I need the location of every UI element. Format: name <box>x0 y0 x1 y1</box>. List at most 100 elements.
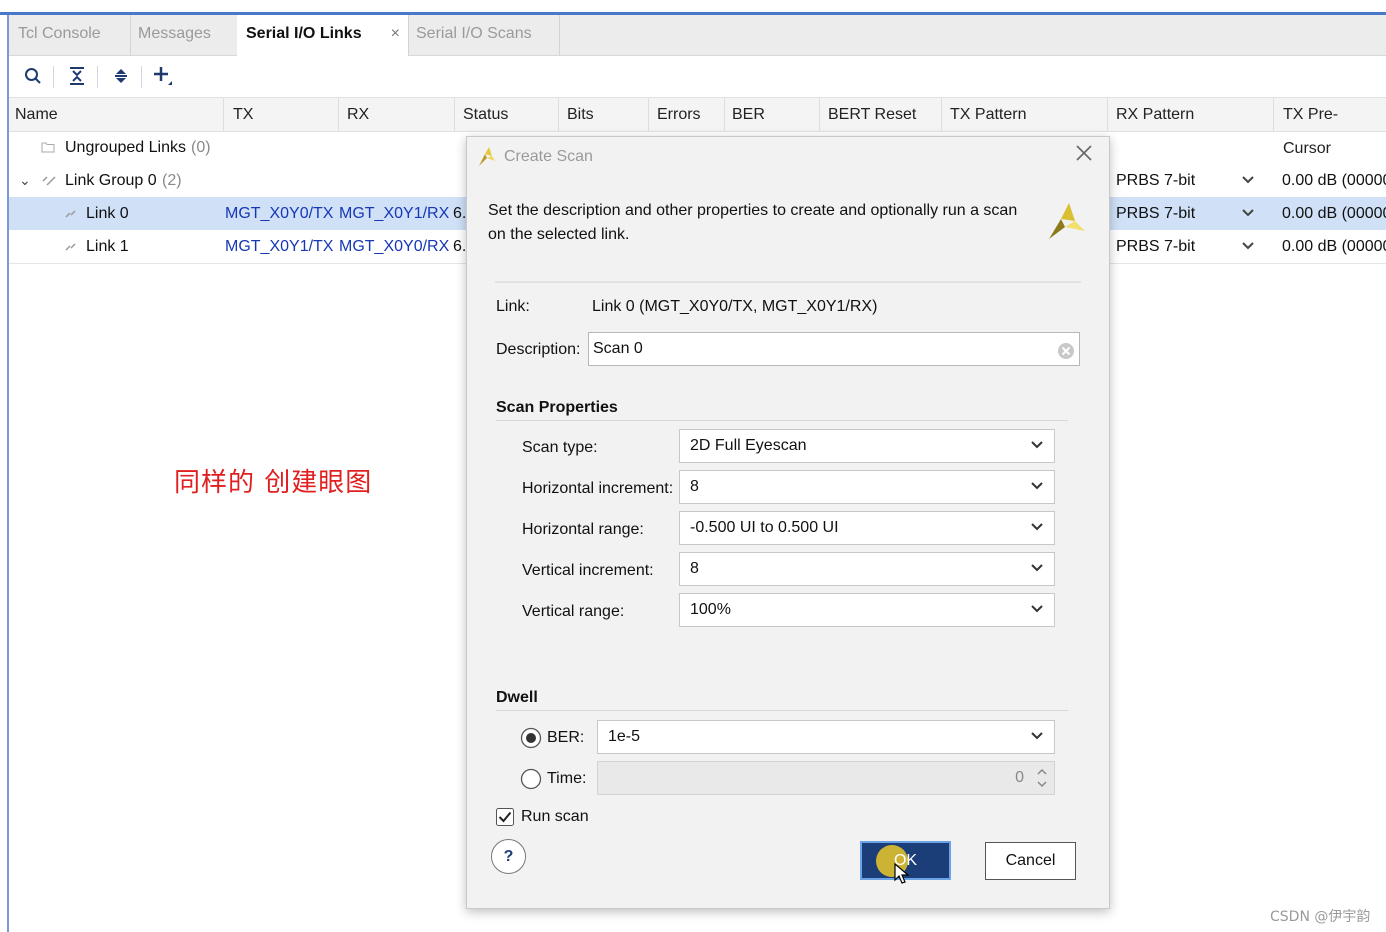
row-name: Link 0 <box>86 205 129 222</box>
watermark: CSDN @伊宇韵 <box>1270 909 1371 925</box>
toolbar-divider <box>53 66 54 88</box>
ber-label: BER: <box>547 729 585 746</box>
time-value: 0 <box>1015 769 1024 786</box>
time-spinner[interactable]: 0 <box>597 761 1055 795</box>
ber-radio[interactable] <box>520 727 542 754</box>
column-header[interactable]: RX <box>341 98 455 131</box>
rx-pattern-value: PRBS 7-bit <box>1116 172 1196 189</box>
tab-label: Serial I/O Scans <box>416 25 532 42</box>
column-header[interactable]: TX Pre-Cursor <box>1277 98 1386 157</box>
column-header[interactable]: Status <box>457 98 559 131</box>
row-count: (0) <box>191 139 211 156</box>
dwell-heading: Dwell <box>496 689 538 706</box>
link-value: Link 0 (MGT_X0Y0/TX, MGT_X0Y1/RX) <box>592 298 878 315</box>
rx-pattern-value: PRBS 7-bit <box>1116 238 1196 255</box>
tab-serial-io-scans[interactable]: Serial I/O Scans <box>407 15 560 55</box>
search-icon[interactable] <box>19 62 47 90</box>
chevron-down-icon[interactable] <box>1241 197 1255 230</box>
time-label: Time: <box>547 770 587 787</box>
chevron-down-icon <box>1030 471 1044 503</box>
row-count: (2) <box>162 172 182 189</box>
chevron-down-icon <box>1030 553 1044 585</box>
horizontal-increment-select[interactable]: 8 <box>679 470 1055 504</box>
chevron-down-icon <box>1030 430 1044 462</box>
toolbar-divider <box>141 66 142 88</box>
collapse-all-icon[interactable] <box>63 62 91 90</box>
ok-button[interactable]: OK <box>860 841 951 884</box>
vertical-range-select[interactable]: 100% <box>679 593 1055 627</box>
tab-close-icon[interactable]: × <box>391 15 400 53</box>
horizontal-range-value: -0.500 UI to 0.500 UI <box>690 519 839 536</box>
column-header[interactable]: BERT Reset <box>822 98 942 131</box>
vertical-range-label: Vertical range: <box>522 603 625 620</box>
expand-all-icon[interactable] <box>107 62 135 90</box>
column-header[interactable]: Bits <box>561 98 649 131</box>
row-name: Link Group 0 <box>65 172 157 189</box>
horizontal-increment-label: Horizontal increment: <box>522 480 674 497</box>
mouse-cursor-icon <box>894 862 910 898</box>
scan-type-value: 2D Full Eyescan <box>690 437 807 454</box>
app-logo-icon <box>477 146 497 173</box>
tx-precursor-value: 0.00 dB (00000 <box>1282 238 1386 255</box>
rx-value[interactable]: MGT_X0Y0/RX <box>339 230 449 263</box>
add-icon[interactable] <box>149 62 177 90</box>
rx-value[interactable]: MGT_X0Y1/RX <box>339 197 449 230</box>
column-header[interactable]: Name <box>9 98 224 131</box>
cancel-button[interactable]: Cancel <box>985 842 1076 880</box>
time-radio[interactable] <box>520 768 542 795</box>
dialog-description-line: Set the description and other properties… <box>488 202 1018 219</box>
tx-value[interactable]: MGT_X0Y1/TX <box>225 230 333 263</box>
ber-value: 1e-5 <box>608 728 641 745</box>
help-button[interactable]: ? <box>491 839 526 874</box>
column-header[interactable]: RX Pattern <box>1110 98 1274 131</box>
vertical-increment-select[interactable]: 8 <box>679 552 1055 586</box>
tab-label: Serial I/O Links <box>246 25 362 42</box>
spinner-arrows-icon[interactable] <box>1036 766 1048 791</box>
vertical-range-value: 100% <box>690 601 731 618</box>
link-group-icon <box>41 164 57 197</box>
ber-select[interactable]: 1e-5 <box>597 720 1055 754</box>
scan-type-label: Scan type: <box>522 439 598 456</box>
scan-type-select[interactable]: 2D Full Eyescan <box>679 429 1055 463</box>
close-icon[interactable] <box>1075 143 1093 167</box>
table-header: Name TX RX Status Bits Errors BER BERT R… <box>9 97 1386 157</box>
dialog-description-line: on the selected link. <box>488 226 630 243</box>
chevron-down-icon[interactable]: ⌄ <box>19 164 31 197</box>
horizontal-range-select[interactable]: -0.500 UI to 0.500 UI <box>679 511 1055 545</box>
tx-precursor-value: 0.00 dB (00000 <box>1282 172 1386 189</box>
annotation-text: 同样的 创建眼图 <box>174 468 373 498</box>
row-name: Link 1 <box>86 238 129 255</box>
chevron-down-icon[interactable] <box>1241 164 1255 197</box>
column-header[interactable]: TX <box>227 98 339 131</box>
run-scan-checkbox[interactable] <box>496 808 514 831</box>
tab-tcl-console[interactable]: Tcl Console <box>9 15 131 55</box>
dialog-body: Set the description and other properties… <box>467 177 1109 908</box>
column-header[interactable]: Errors <box>651 98 725 131</box>
column-header[interactable]: BER <box>726 98 820 131</box>
link-icon <box>63 230 79 263</box>
toolbar-divider <box>97 66 98 88</box>
horizontal-increment-value: 8 <box>690 478 699 495</box>
chevron-down-icon <box>1030 512 1044 544</box>
toolbar <box>9 56 1386 96</box>
tab-serial-io-links[interactable]: Serial I/O Links × <box>237 15 409 56</box>
chevron-down-icon <box>1030 721 1044 753</box>
vertical-increment-label: Vertical increment: <box>522 562 654 579</box>
vertical-increment-value: 8 <box>690 560 699 577</box>
create-scan-dialog: Create Scan Set the description and othe… <box>466 136 1110 909</box>
run-scan-label: Run scan <box>521 808 589 825</box>
chevron-down-icon[interactable] <box>1241 230 1255 263</box>
rx-pattern-value: PRBS 7-bit <box>1116 205 1196 222</box>
description-input[interactable]: Scan 0 <box>588 332 1080 366</box>
link-label: Link: <box>496 298 530 315</box>
link-icon <box>63 197 79 230</box>
tx-value[interactable]: MGT_X0Y0/TX <box>225 197 333 230</box>
description-input-value: Scan 0 <box>593 340 643 357</box>
tab-label: Messages <box>138 25 211 42</box>
dialog-title-bar[interactable]: Create Scan <box>467 137 1109 177</box>
row-name: Ungrouped Links <box>65 139 186 156</box>
tab-messages[interactable]: Messages <box>129 15 239 55</box>
column-header[interactable]: TX Pattern <box>944 98 1108 131</box>
clear-icon[interactable] <box>1057 340 1075 372</box>
vivado-logo-icon <box>1045 199 1087 246</box>
